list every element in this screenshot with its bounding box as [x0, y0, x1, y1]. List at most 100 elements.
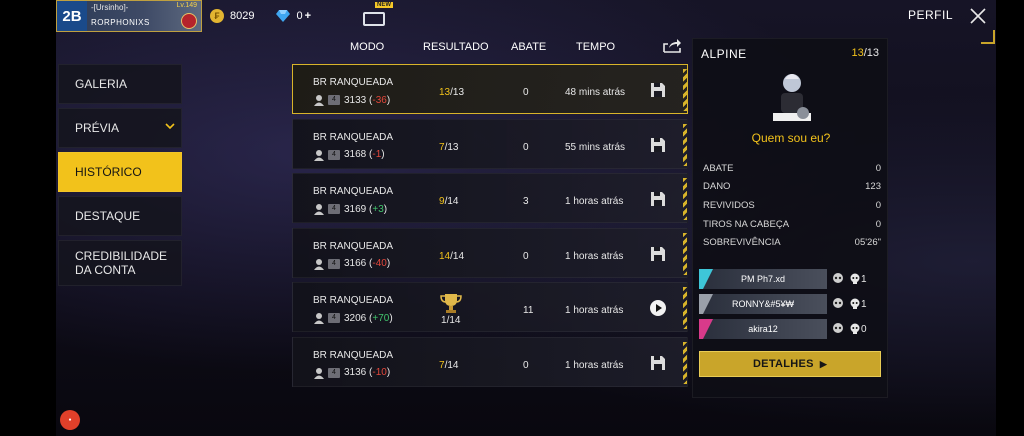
match-mode: BR RANQUEADA [313, 349, 394, 361]
match-row[interactable]: BR RANQUEADA 4 3136 (-10) 7/14 0 1 horas… [292, 336, 688, 387]
player-avatar: 2B [57, 1, 87, 31]
row-stripe [683, 341, 687, 384]
member-color-icon [699, 269, 713, 289]
menu-item-galeria[interactable]: GALERIA [58, 64, 182, 104]
result-position: 13 [439, 87, 451, 98]
stat-label: SOBREVIVÊNCIA [703, 237, 781, 249]
player-guild: -[Ursinho]- [91, 3, 129, 12]
match-result: 1/14 [441, 315, 460, 326]
match-mode: BR RANQUEADA [313, 77, 394, 88]
stat-value: 123 [865, 181, 881, 193]
tier-badge: 4 [328, 367, 340, 378]
member-kill-count: 1 [861, 298, 867, 310]
character-icon [773, 74, 811, 121]
match-result: 7/13 [439, 142, 458, 153]
member-name-bar: RONNY&#5¥₩ [699, 294, 827, 314]
save-icon[interactable] [649, 190, 667, 208]
row-stripe [683, 69, 687, 111]
menu-item-label: PRÉVIA [75, 121, 120, 135]
save-icon[interactable] [649, 245, 667, 263]
store-icon [363, 12, 386, 26]
points-value: 3136 [344, 367, 367, 378]
team-member[interactable]: akira12 0 [699, 319, 885, 339]
match-time: 1 horas atrás [565, 196, 624, 207]
row-stripe [683, 232, 687, 275]
match-row[interactable]: BR RANQUEADA 4 3166 (-40) 14/14 0 1 hora… [292, 227, 688, 278]
points-delta: -10 [372, 367, 387, 378]
store-button[interactable]: NEW [355, 2, 395, 30]
diamond-value: 0 [296, 10, 303, 22]
match-row[interactable]: BR RANQUEADA 4 3133 (-36) 13/13 0 48 min… [292, 64, 688, 114]
stat-row: ABATE 0 [703, 159, 881, 178]
menu-item-historico[interactable]: HISTÓRICO [58, 152, 182, 192]
member-color-icon [699, 319, 713, 339]
points-delta: -40 [372, 258, 387, 269]
match-result: 13/13 [439, 87, 464, 98]
tier-badge: 4 [328, 204, 340, 214]
skull-icon [850, 273, 860, 284]
column-header-tempo: TEMPO [576, 41, 616, 53]
diamond-icon [276, 10, 291, 22]
member-name-bar: PM Ph7.xd [699, 269, 827, 289]
menu-item-previa[interactable]: PRÉVIA [58, 108, 182, 148]
new-badge: NEW [375, 2, 394, 8]
stat-value: 05'26" [854, 237, 881, 249]
result-total: /14 [444, 359, 459, 371]
menu-item-label: CREDIBILIDADE DA CONTA [75, 249, 168, 277]
play-arrow-icon: ▶ [819, 358, 828, 369]
person-icon [314, 149, 324, 161]
history-table-header: MODO RESULTADO ABATE TEMPO [292, 36, 688, 58]
who-am-i-label[interactable]: Quem sou eu? [693, 131, 889, 145]
team-member[interactable]: PM Ph7.xd 1 [699, 269, 885, 289]
member-name: RONNY&#5¥₩ [731, 299, 794, 309]
match-row[interactable]: BR RANQUEADA 4 3169 (+3) 9/14 3 1 horas … [292, 173, 688, 223]
side-menu: GALERIA PRÉVIA HISTÓRICO DESTAQUE CREDIB… [58, 64, 182, 290]
close-icon[interactable] [968, 6, 988, 26]
play-icon[interactable] [649, 299, 667, 317]
menu-item-destaque[interactable]: DESTAQUE [58, 196, 182, 236]
save-icon[interactable] [649, 354, 667, 372]
member-kill-count: 0 [861, 323, 867, 335]
match-row[interactable]: BR RANQUEADA 4 3206 (+70) 1/14 11 1 hora… [292, 282, 688, 332]
match-kills: 0 [523, 359, 529, 371]
match-time: 1 horas atrás [565, 359, 624, 371]
player-card[interactable]: 2B -[Ursinho]- RORPHONIXS Lv.149 [56, 0, 202, 32]
stats-list: ABATE 0 DANO 123 REVIVIDOS 0 TIROS NA CABEÇ… [703, 159, 881, 252]
save-icon[interactable] [649, 136, 667, 154]
member-name: akira12 [748, 324, 778, 334]
member-kills: 1 [849, 298, 867, 310]
match-row[interactable]: BR RANQUEADA 4 3168 (-1) 7/13 0 55 mins … [292, 118, 688, 169]
menu-item-credibilidade[interactable]: CREDIBILIDADE DA CONTA [58, 240, 182, 286]
trophy-icon [440, 294, 462, 313]
match-time: 48 mins atrás [565, 87, 626, 98]
match-time: 1 horas atrás [565, 250, 624, 262]
rank-points: 4 3168 (-1) [313, 149, 385, 161]
stat-row: DANO 123 [703, 178, 881, 197]
match-time: 55 mins atrás [565, 141, 626, 153]
match-mode: BR RANQUEADA [313, 131, 394, 143]
chevron-down-icon [165, 123, 175, 130]
match-kills: 0 [523, 87, 529, 98]
coin-value: 8029 [230, 10, 255, 22]
tier-badge: 4 [328, 258, 340, 269]
match-mode: BR RANQUEADA [313, 186, 394, 197]
add-diamond-button[interactable]: + [305, 10, 311, 22]
map-name: ALPINE [701, 47, 747, 61]
stat-label: DANO [703, 181, 731, 193]
points-delta: +70 [372, 312, 390, 324]
save-icon[interactable] [649, 81, 667, 99]
details-button[interactable]: DETALHES ▶ [699, 351, 881, 377]
stat-row: TIROS NA CABEÇA 0 [703, 215, 881, 234]
bottom-orb-icon[interactable]: ● [60, 410, 80, 430]
result-total: /13 [450, 87, 465, 98]
team-member[interactable]: RONNY&#5¥₩ 1 [699, 294, 885, 314]
points-delta: -1 [372, 149, 382, 160]
tier-badge: 4 [328, 95, 340, 105]
rank-points: 4 3133 (-36) [313, 94, 390, 106]
team-list: PM Ph7.xd 1 RONNY&#5¥₩ 1 akira12 0 [699, 269, 885, 344]
stat-value: 0 [875, 162, 881, 174]
rank-points: 4 3136 (-10) [313, 367, 390, 379]
rank-badge-icon [181, 13, 197, 29]
share-icon[interactable] [662, 38, 682, 54]
points-value: 3169 [344, 203, 367, 215]
